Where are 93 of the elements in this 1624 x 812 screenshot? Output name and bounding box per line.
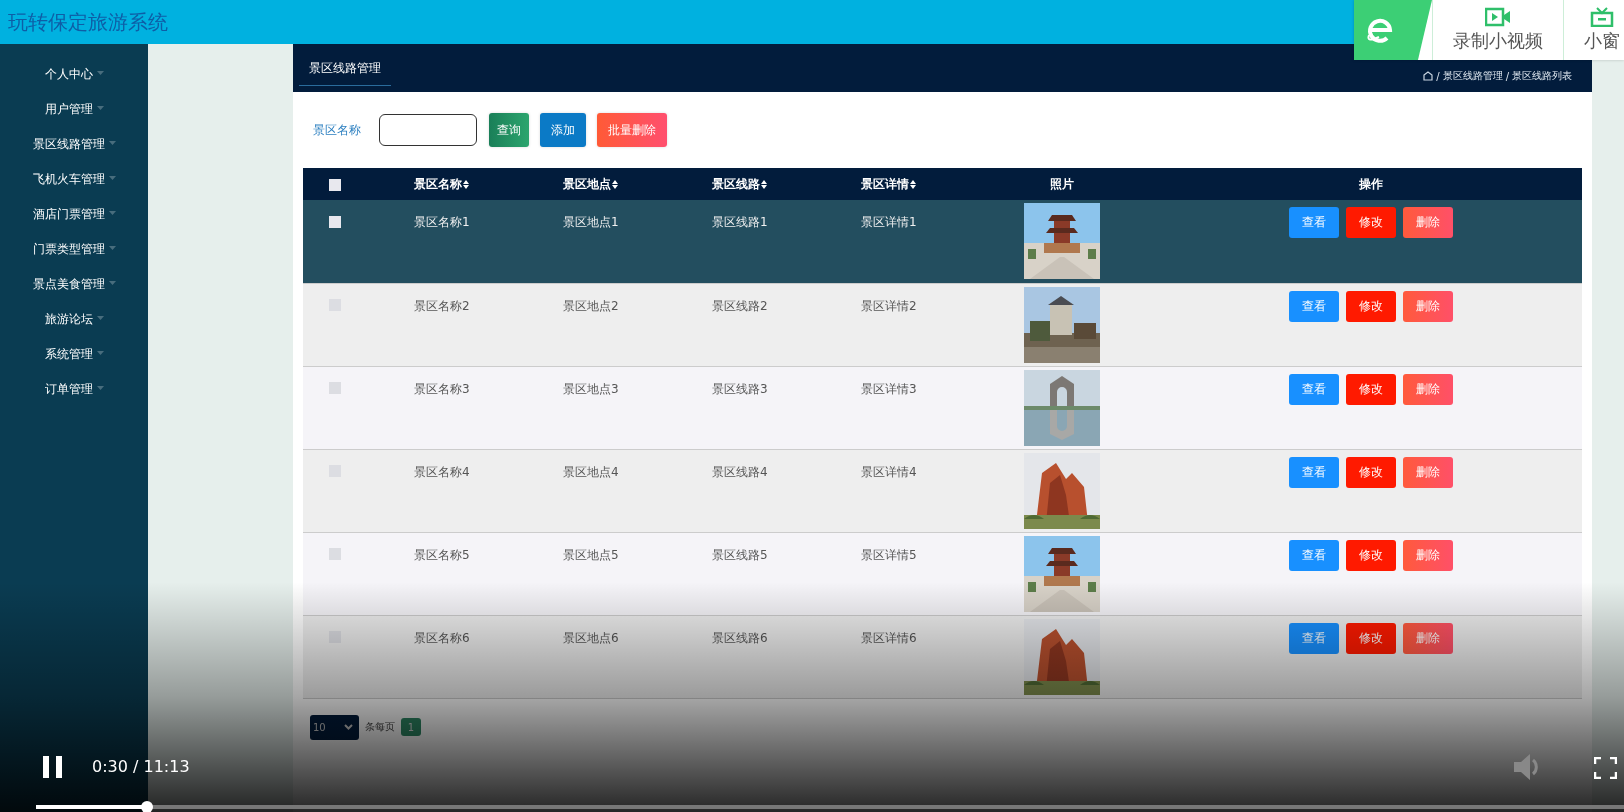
edit-button[interactable]: 修改 (1346, 622, 1396, 654)
table-cell: 景区名称1 (414, 215, 470, 229)
column-header[interactable]: 景区地点 (563, 175, 611, 193)
record-video-button[interactable]: 录制小视频 (1432, 0, 1563, 60)
caret-icon (108, 211, 116, 215)
table-cell: 景区地点3 (563, 381, 619, 396)
column-header[interactable]: 景区名称 (414, 175, 462, 193)
table-cell: 景区详情5 (861, 547, 917, 562)
search-button[interactable]: 查询 (489, 113, 529, 147)
page-size-select[interactable]: 10 (310, 714, 359, 740)
table-cell: 景区线路5 (712, 547, 768, 562)
table-cell: 景区地点2 (563, 298, 619, 313)
table-cell: 景区地点6 (563, 630, 619, 645)
table-cell: 景区详情1 (861, 215, 917, 229)
caret-icon (108, 141, 116, 145)
sidebar-item[interactable]: 订单管理 (44, 381, 104, 416)
sidebar-item[interactable]: 个人中心 (44, 66, 104, 101)
tv-icon (1589, 7, 1615, 27)
table-row[interactable]: 景区名称3 景区地点3 景区线路3 景区详情3 查看 修改 删除 (303, 366, 1582, 449)
add-button[interactable]: 添加 (540, 113, 586, 147)
pause-icon[interactable] (42, 756, 63, 778)
caret-icon (96, 71, 104, 75)
app-title: 玩转保定旅游系统 (8, 8, 168, 36)
fullscreen-icon[interactable] (1594, 757, 1617, 779)
breadcrumb-separator: / (1505, 70, 1509, 82)
column-header: 操作 (1359, 175, 1383, 193)
table-cell: 景区线路4 (712, 464, 768, 479)
page-tab[interactable]: 景区线路管理 (299, 45, 391, 86)
progress-handle[interactable] (141, 801, 154, 812)
table-cell: 景区详情2 (861, 298, 917, 313)
caret-icon (96, 386, 104, 390)
sidebar-item[interactable]: 用户管理 (44, 101, 104, 136)
caret-icon (108, 281, 116, 285)
breadcrumb-separator: / (1436, 70, 1440, 82)
sidebar-item[interactable]: 飞机火车管理 (32, 171, 116, 206)
caret-icon (96, 316, 104, 320)
column-header[interactable]: 景区线路 (712, 175, 760, 193)
checkbox[interactable] (329, 215, 341, 228)
table-row[interactable]: 景区名称2 景区地点2 景区线路2 景区详情2 查看 修改 删除 (303, 283, 1582, 366)
checkbox[interactable] (329, 178, 341, 191)
checkbox[interactable] (329, 548, 341, 560)
sidebar-item[interactable]: 门票类型管理 (32, 241, 116, 276)
home-icon (1423, 71, 1434, 81)
field-label: 景区名称 (313, 121, 361, 139)
sidebar-item[interactable]: 酒店门票管理 (32, 206, 116, 241)
table-cell: 景区线路3 (712, 381, 768, 396)
table-cell: 景区详情3 (861, 381, 917, 396)
caret-icon (96, 106, 104, 110)
sidebar-item[interactable]: 景区线路管理 (32, 136, 116, 171)
caret-icon (108, 246, 116, 250)
page-size-label: 条每页 (365, 720, 395, 734)
search-field[interactable] (379, 114, 477, 146)
sort-icon (463, 179, 469, 189)
table-cell: 景区线路1 (712, 215, 768, 229)
table-cell: 景区详情6 (861, 630, 917, 645)
sidebar-item[interactable]: 系统管理 (44, 346, 104, 381)
chevron-down-icon (344, 724, 353, 730)
sort-icon (612, 179, 618, 189)
table-cell: 景区详情4 (861, 464, 917, 479)
edit-button[interactable]: 修改 (1346, 373, 1396, 405)
mini-window-button[interactable]: 小窗 (1563, 0, 1624, 60)
edit-button[interactable]: 修改 (1346, 207, 1396, 238)
sidebar-item[interactable]: 景点美食管理 (32, 276, 116, 311)
video-camera-icon (1485, 7, 1511, 27)
table-row[interactable]: 景区名称1 景区地点1 景区线路1 景区详情1 查看 修改 删除 (303, 200, 1582, 283)
sort-icon (910, 179, 916, 189)
sidebar-item[interactable]: 旅游论坛 (44, 311, 104, 346)
breadcrumb-item[interactable]: 景区线路管理 (1442, 69, 1503, 83)
table-cell: 景区线路2 (712, 298, 768, 313)
breadcrumb-item[interactable]: 景区线路列表 (1512, 69, 1572, 83)
edit-button[interactable]: 修改 (1346, 539, 1396, 571)
table-cell: 景区名称5 (414, 547, 470, 562)
table-row[interactable]: 景区名称6 景区地点6 景区线路6 景区详情6 查看 修改 删除 (303, 615, 1582, 698)
table-cell: 景区名称4 (414, 464, 470, 479)
caret-icon (108, 176, 116, 180)
checkbox[interactable] (329, 382, 341, 394)
table-cell: 景区名称2 (414, 298, 470, 313)
table-cell: 景区名称6 (414, 630, 470, 645)
table-row[interactable]: 景区名称4 景区地点4 景区线路4 景区详情4 查看 修改 删除 (303, 449, 1582, 532)
playback-time: 0:30 / 11:13 (92, 757, 190, 776)
column-header[interactable]: 景区详情 (861, 175, 909, 193)
checkbox[interactable] (329, 631, 341, 643)
edit-button[interactable]: 修改 (1346, 456, 1396, 488)
table-cell: 景区地点1 (563, 215, 619, 229)
column-header: 照片 (1049, 175, 1074, 193)
table-row[interactable]: 景区名称5 景区地点5 景区线路5 景区详情5 查看 修改 删除 (303, 532, 1582, 615)
table-cell: 景区地点5 (563, 547, 619, 562)
table-cell: 景区线路6 (712, 630, 768, 645)
caret-icon (96, 351, 104, 355)
edit-button[interactable]: 修改 (1346, 290, 1396, 322)
table-cell: 景区地点4 (563, 464, 619, 479)
sort-icon (761, 179, 767, 189)
table-cell: 景区名称3 (414, 381, 470, 396)
